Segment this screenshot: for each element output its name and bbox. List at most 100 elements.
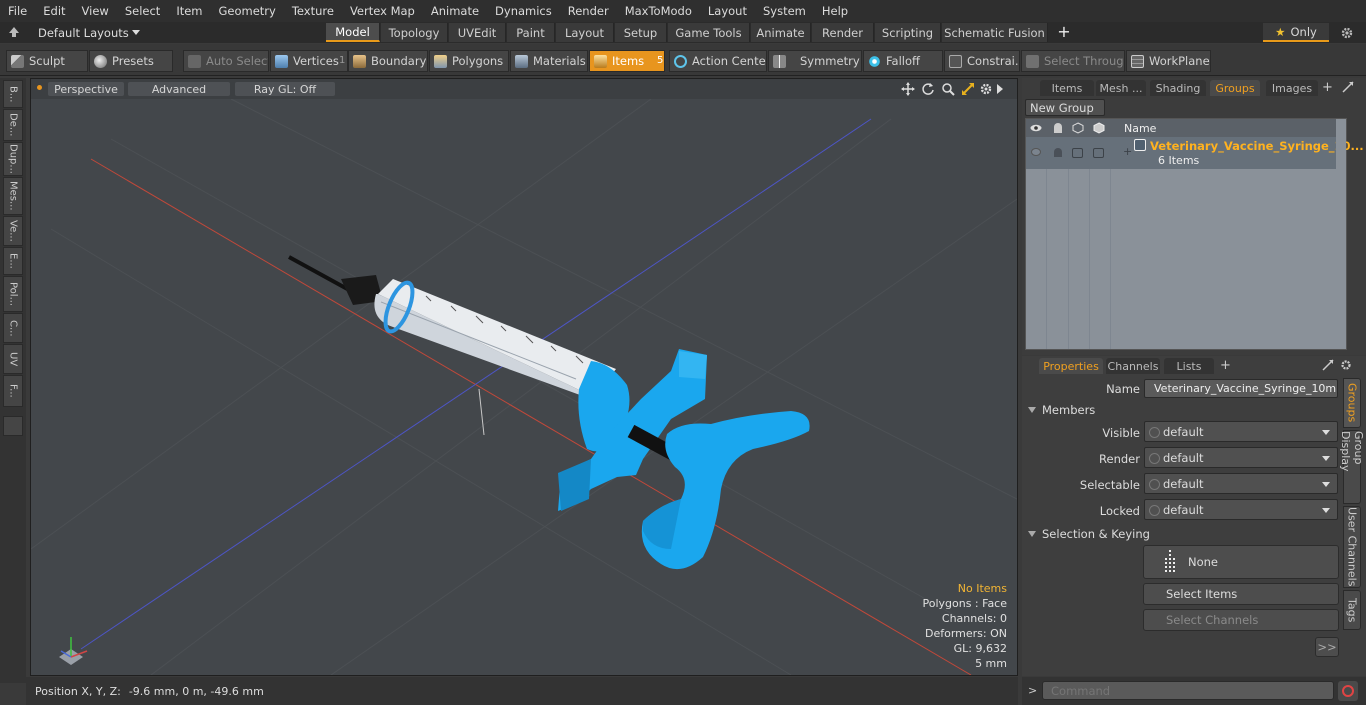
tab-model[interactable]: Model bbox=[326, 23, 380, 42]
menu-item[interactable]: Item bbox=[168, 4, 210, 18]
command-input[interactable] bbox=[1042, 681, 1334, 700]
settings-gear-icon[interactable] bbox=[1340, 26, 1354, 40]
tab-scripting[interactable]: Scripting bbox=[875, 23, 941, 42]
tab-paint[interactable]: Paint bbox=[507, 23, 555, 42]
constraints-button[interactable]: Constrai... bbox=[944, 50, 1020, 72]
side-tab-groups[interactable]: Groups bbox=[1343, 378, 1361, 428]
tab-uvedit[interactable]: UVEdit bbox=[449, 23, 506, 42]
expand-right-icon[interactable] bbox=[997, 84, 1003, 94]
group-row[interactable]: + Veterinary_Vaccine_Syringe_10... 6 Ite… bbox=[1026, 137, 1364, 169]
menu-layout[interactable]: Layout bbox=[700, 4, 755, 18]
tab-layout[interactable]: Layout bbox=[556, 23, 614, 42]
tab-mesh[interactable]: Mesh ... bbox=[1096, 80, 1146, 96]
left-tab-vertex[interactable]: Ve... bbox=[3, 216, 23, 246]
selection-keying-section-header[interactable]: Selection & Keying bbox=[1028, 526, 1150, 542]
materials-button[interactable]: Materials bbox=[510, 50, 588, 72]
row-select-checkbox[interactable] bbox=[1093, 148, 1104, 158]
select-items-button[interactable]: Select Items bbox=[1143, 583, 1339, 605]
left-tab-expand[interactable] bbox=[3, 416, 23, 436]
menu-view[interactable]: View bbox=[74, 4, 117, 18]
boundary-button[interactable]: Boundary bbox=[348, 50, 428, 72]
tab-groups[interactable]: Groups bbox=[1210, 80, 1260, 96]
add-tab-icon[interactable]: + bbox=[1322, 80, 1333, 95]
tab-game-tools[interactable]: Game Tools bbox=[668, 23, 750, 42]
add-tab-icon[interactable]: + bbox=[1056, 24, 1072, 40]
menu-help[interactable]: Help bbox=[814, 4, 856, 18]
selectable-dropdown[interactable]: default bbox=[1144, 473, 1338, 494]
add-tab-icon[interactable]: + bbox=[1220, 358, 1231, 373]
tab-properties[interactable]: Properties bbox=[1039, 358, 1103, 374]
keying-none-button[interactable]: None bbox=[1143, 545, 1339, 579]
record-macro-button[interactable] bbox=[1338, 681, 1358, 701]
tab-images[interactable]: Images bbox=[1266, 80, 1318, 96]
menu-edit[interactable]: Edit bbox=[35, 4, 73, 18]
left-tab-polygon[interactable]: Pol... bbox=[3, 276, 23, 312]
tab-schematic-fusion[interactable]: Schematic Fusion bbox=[942, 23, 1048, 42]
left-tab-deform[interactable]: De... bbox=[3, 109, 23, 141]
layout-up-icon[interactable] bbox=[8, 26, 20, 38]
select-channels-button[interactable]: Select Channels bbox=[1143, 609, 1339, 631]
zoom-view-icon[interactable] bbox=[941, 82, 955, 96]
menu-texture[interactable]: Texture bbox=[284, 4, 342, 18]
workplane-button[interactable]: WorkPlane bbox=[1126, 50, 1211, 72]
rotate-view-icon[interactable] bbox=[921, 82, 935, 96]
menu-geometry[interactable]: Geometry bbox=[211, 4, 284, 18]
menu-render[interactable]: Render bbox=[560, 4, 617, 18]
only-toggle[interactable]: ★ Only bbox=[1263, 23, 1329, 42]
tab-channels[interactable]: Channels bbox=[1106, 358, 1160, 374]
sculpt-button[interactable]: Sculpt bbox=[6, 50, 88, 72]
polygons-button[interactable]: Polygons bbox=[429, 50, 509, 72]
menu-maxtomodo[interactable]: MaxToModo bbox=[617, 4, 700, 18]
maximize-icon[interactable] bbox=[1342, 81, 1354, 93]
render-dropdown[interactable]: default bbox=[1144, 447, 1338, 468]
left-tab-duplicate[interactable]: Dup... bbox=[3, 142, 23, 176]
left-tab-mesh[interactable]: Mes... bbox=[3, 177, 23, 215]
group-name-field[interactable]: Veterinary_Vaccine_Syringe_10ml (3) bbox=[1144, 379, 1338, 398]
panel-gear-icon[interactable] bbox=[1340, 359, 1352, 371]
side-tab-tags[interactable]: Tags bbox=[1343, 590, 1361, 630]
raygl-button[interactable]: Ray GL: Off bbox=[235, 82, 335, 96]
maximize-icon[interactable] bbox=[1322, 359, 1334, 371]
view-perspective-button[interactable]: Perspective bbox=[48, 82, 124, 96]
row-visibility-icon[interactable] bbox=[1031, 148, 1041, 156]
tab-animate[interactable]: Animate bbox=[751, 23, 811, 42]
action-center-button[interactable]: Action Center bbox=[669, 50, 767, 72]
auto-select-button[interactable]: Auto Select bbox=[183, 50, 269, 72]
more-button[interactable]: >> bbox=[1315, 637, 1339, 657]
row-render-icon[interactable] bbox=[1053, 148, 1063, 158]
tab-shading[interactable]: Shading bbox=[1150, 80, 1206, 96]
menu-vertex-map[interactable]: Vertex Map bbox=[342, 4, 423, 18]
tab-items[interactable]: Items bbox=[1040, 80, 1094, 96]
tab-topology[interactable]: Topology bbox=[381, 23, 448, 42]
left-tab-basic[interactable]: B... bbox=[3, 80, 23, 108]
symmetry-button[interactable]: Symmetry bbox=[768, 50, 862, 72]
layout-selector[interactable]: Default Layouts bbox=[38, 25, 140, 40]
falloff-button[interactable]: Falloff bbox=[863, 50, 943, 72]
left-tab-curve[interactable]: C... bbox=[3, 313, 23, 343]
menu-animate[interactable]: Animate bbox=[423, 4, 487, 18]
menu-dynamics[interactable]: Dynamics bbox=[487, 4, 560, 18]
vertices-button[interactable]: Vertices bbox=[270, 50, 348, 72]
side-tab-group-display[interactable]: Group Display bbox=[1339, 430, 1365, 504]
expand-plus-icon[interactable]: + bbox=[1123, 145, 1132, 158]
viewport-gear-icon[interactable] bbox=[979, 82, 993, 96]
row-lock-checkbox[interactable] bbox=[1072, 148, 1083, 158]
locked-dropdown[interactable]: default bbox=[1144, 499, 1338, 520]
new-group-button[interactable]: New Group bbox=[1025, 99, 1105, 116]
maximize-view-icon[interactable] bbox=[961, 82, 975, 96]
select-through-button[interactable]: Select Through bbox=[1021, 50, 1125, 72]
menu-file[interactable]: File bbox=[0, 4, 35, 18]
menu-select[interactable]: Select bbox=[117, 4, 168, 18]
tab-render[interactable]: Render bbox=[812, 23, 874, 42]
tab-lists[interactable]: Lists bbox=[1164, 358, 1214, 374]
left-tab-uv[interactable]: UV bbox=[3, 344, 23, 374]
side-tab-user-channels[interactable]: User Channels bbox=[1343, 506, 1361, 588]
tab-setup[interactable]: Setup bbox=[615, 23, 667, 42]
presets-button[interactable]: Presets bbox=[89, 50, 173, 72]
left-tab-edge[interactable]: E... bbox=[3, 247, 23, 275]
groups-scrollbar[interactable] bbox=[1336, 119, 1346, 349]
left-tab-fusion[interactable]: F... bbox=[3, 375, 23, 407]
3d-viewport[interactable]: Perspective Advanced Ray GL: Off No Item… bbox=[30, 78, 1018, 676]
visible-dropdown[interactable]: default bbox=[1144, 421, 1338, 442]
move-view-icon[interactable] bbox=[901, 82, 915, 96]
